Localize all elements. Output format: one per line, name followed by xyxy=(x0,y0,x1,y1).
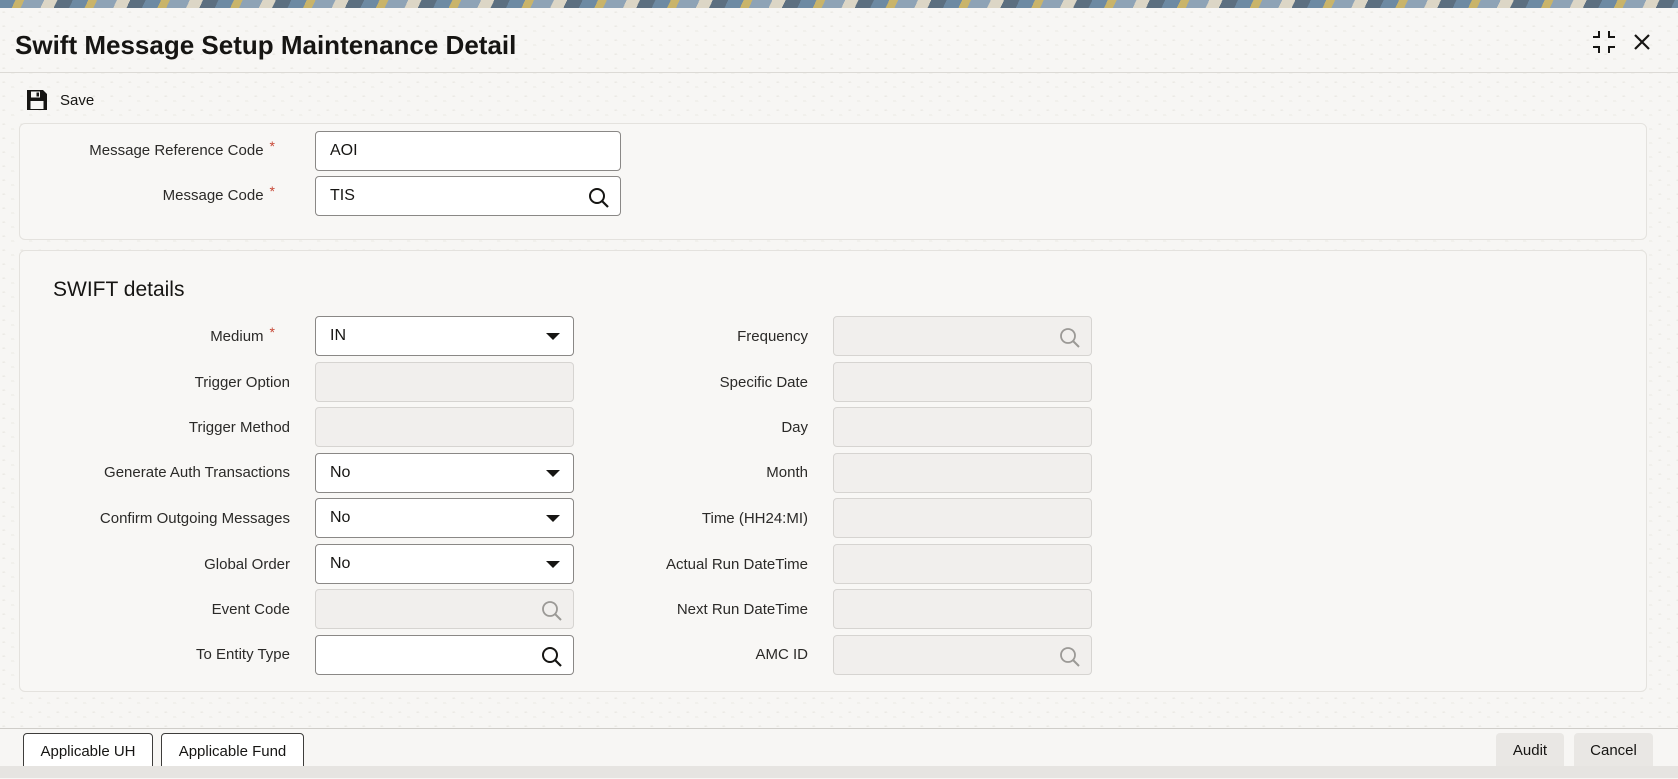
trigger-option-input xyxy=(315,362,574,402)
generate-auth-transactions-value: No xyxy=(330,464,351,481)
chevron-down-icon xyxy=(546,470,560,477)
message-code-input[interactable]: TIS xyxy=(315,176,621,216)
actual-run-datetime-label: Actual Run DateTime xyxy=(665,556,808,573)
close-button[interactable] xyxy=(1628,28,1656,56)
search-icon[interactable] xyxy=(588,186,610,224)
required-marker: * xyxy=(269,183,275,199)
message-code-value: TIS xyxy=(330,187,355,204)
restore-window-icon xyxy=(1593,31,1615,53)
frequency-label: Frequency xyxy=(737,328,808,345)
generate-auth-transactions-label: Generate Auth Transactions xyxy=(104,464,290,481)
global-order-select[interactable]: No xyxy=(315,544,574,584)
global-order-value: No xyxy=(330,555,351,572)
medium-label: Medium * xyxy=(210,324,275,345)
page-title: Swift Message Setup Maintenance Detail xyxy=(15,30,517,60)
header-panel xyxy=(19,123,1647,240)
title-bar: Swift Message Setup Maintenance Detail xyxy=(0,8,1678,73)
required-marker: * xyxy=(269,324,275,340)
search-icon xyxy=(1059,645,1081,683)
day-input xyxy=(833,407,1092,447)
medium-select[interactable]: IN xyxy=(315,316,574,356)
save-icon xyxy=(27,90,47,110)
global-order-label: Global Order xyxy=(204,556,290,573)
message-reference-code-value: AOI xyxy=(330,142,358,159)
medium-value: IN xyxy=(330,327,346,344)
time-input xyxy=(833,498,1092,538)
search-icon[interactable] xyxy=(541,645,563,683)
background-banner xyxy=(0,0,1678,8)
generate-auth-transactions-select[interactable]: No xyxy=(315,453,574,493)
trigger-method-label: Trigger Method xyxy=(188,419,290,436)
medium-label-text: Medium xyxy=(210,328,264,345)
to-entity-type-input[interactable] xyxy=(315,635,574,675)
specific-date-label: Specific Date xyxy=(719,374,808,391)
chevron-down-icon xyxy=(546,515,560,522)
actual-run-datetime-input xyxy=(833,544,1092,584)
confirm-outgoing-messages-select[interactable]: No xyxy=(315,498,574,538)
confirm-outgoing-messages-value: No xyxy=(330,509,351,526)
save-label: Save xyxy=(60,91,95,109)
event-code-input xyxy=(315,589,574,629)
restore-window-button[interactable] xyxy=(1590,28,1618,56)
bottom-edge xyxy=(0,766,1678,778)
message-reference-code-label: Message Reference Code * xyxy=(89,138,275,159)
amc-id-input xyxy=(833,635,1092,675)
confirm-outgoing-messages-label: Confirm Outgoing Messages xyxy=(99,510,290,527)
chevron-down-icon xyxy=(546,333,560,340)
close-icon xyxy=(1634,34,1650,50)
save-button[interactable]: Save xyxy=(26,87,94,113)
message-code-label-text: Message Code xyxy=(162,187,264,204)
amc-id-label: AMC ID xyxy=(755,646,809,663)
to-entity-type-label: To Entity Type xyxy=(196,646,290,663)
month-label: Month xyxy=(766,464,808,481)
trigger-method-input xyxy=(315,407,574,447)
time-label: Time (HH24:MI) xyxy=(701,510,808,527)
month-input xyxy=(833,453,1092,493)
search-icon xyxy=(541,599,563,637)
trigger-option-label: Trigger Option xyxy=(194,374,290,391)
specific-date-input xyxy=(833,362,1092,402)
dialog-window: Swift Message Setup Maintenance Detail S… xyxy=(0,8,1678,779)
search-icon xyxy=(1059,326,1081,364)
swift-details-title: SWIFT details xyxy=(53,278,185,301)
event-code-label: Event Code xyxy=(211,601,290,618)
message-code-label: Message Code * xyxy=(162,183,275,204)
frequency-input xyxy=(833,316,1092,356)
next-run-datetime-label: Next Run DateTime xyxy=(676,601,808,618)
day-label: Day xyxy=(781,419,808,436)
required-marker: * xyxy=(269,138,275,154)
chevron-down-icon xyxy=(546,561,560,568)
message-reference-code-input[interactable]: AOI xyxy=(315,131,621,171)
message-reference-code-label-text: Message Reference Code xyxy=(89,142,264,159)
toolbar: Save xyxy=(0,73,1678,123)
next-run-datetime-input xyxy=(833,589,1092,629)
